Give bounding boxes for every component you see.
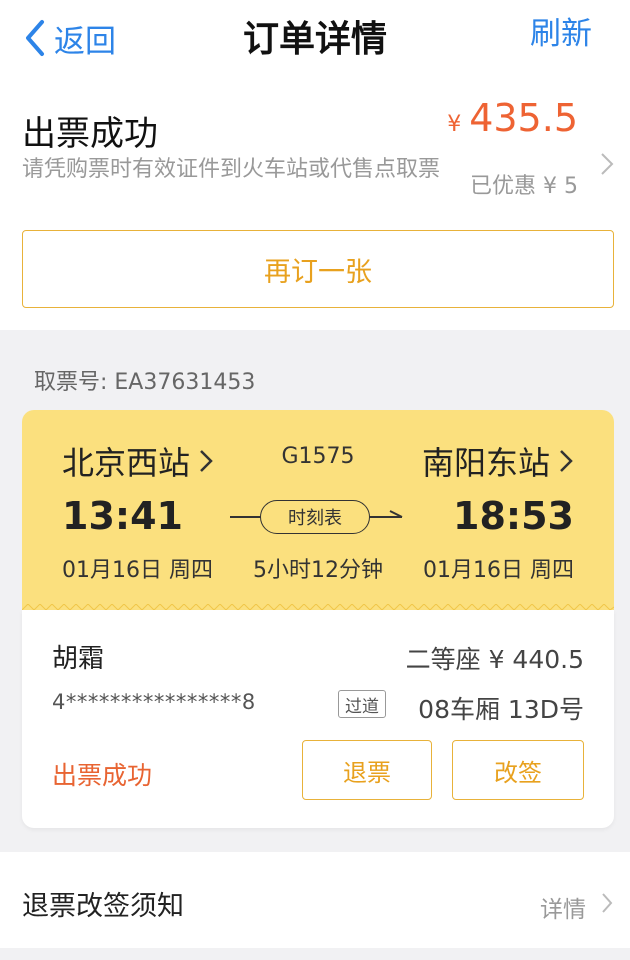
price-amount: 435.5: [469, 96, 578, 140]
order-status-section: 出票成功 请凭购票时有效证件到火车站或代售点取票 ¥ 435.5 已优惠 ¥ 5…: [0, 80, 630, 330]
refund-change-notice-row[interactable]: 退票改签须知 详情: [0, 852, 630, 948]
arrow-right-icon: [389, 510, 403, 518]
header-bar: 返回 订单详情 刷新: [0, 0, 630, 80]
change-ticket-button[interactable]: 改签: [452, 740, 584, 800]
seat-class-price: 二等座 ¥ 440.5: [405, 645, 584, 674]
currency-symbol: ¥: [447, 112, 462, 137]
ticket-status: 出票成功: [52, 761, 153, 790]
notice-title: 退票改签须知: [22, 891, 184, 922]
refresh-button[interactable]: 刷新: [530, 8, 592, 53]
seat-info: 08车厢 13D号: [418, 695, 584, 724]
passenger-card: 胡霜 二等座 ¥ 440.5 4****************8 过道 08车…: [22, 610, 614, 828]
order-price[interactable]: ¥ 435.5: [447, 96, 578, 140]
chevron-right-icon: [602, 893, 613, 913]
arrival-date: 01月16日 周四: [423, 558, 574, 583]
refund-button[interactable]: 退票: [302, 740, 432, 800]
ticket-journey-card: 北京西站 G1575 南阳东站 13:41 时刻表 18:53 01月16日 周…: [22, 410, 614, 610]
passenger-name: 胡霜: [52, 644, 105, 674]
order-status-description: 请凭购票时有效证件到火车站或代售点取票: [22, 157, 441, 182]
chevron-right-icon: [560, 450, 573, 472]
chevron-right-icon[interactable]: [598, 146, 616, 182]
timetable-button[interactable]: 时刻表: [260, 500, 370, 534]
pickup-number: 取票号: EA37631453: [34, 370, 256, 395]
departure-time: 13:41: [62, 494, 183, 538]
notice-detail-link[interactable]: 详情: [540, 890, 586, 924]
discount-label[interactable]: 已优惠 ¥ 5: [470, 168, 578, 200]
order-status-title: 出票成功: [22, 114, 158, 154]
arrival-station[interactable]: 南阳东站: [422, 438, 574, 484]
rebook-button[interactable]: 再订一张: [22, 230, 614, 308]
seat-position-badge: 过道: [338, 690, 386, 718]
passenger-id-number: 4****************8: [52, 690, 256, 714]
arrival-station-label: 南阳东站: [421, 444, 550, 482]
arrival-time: 18:53: [453, 494, 574, 538]
